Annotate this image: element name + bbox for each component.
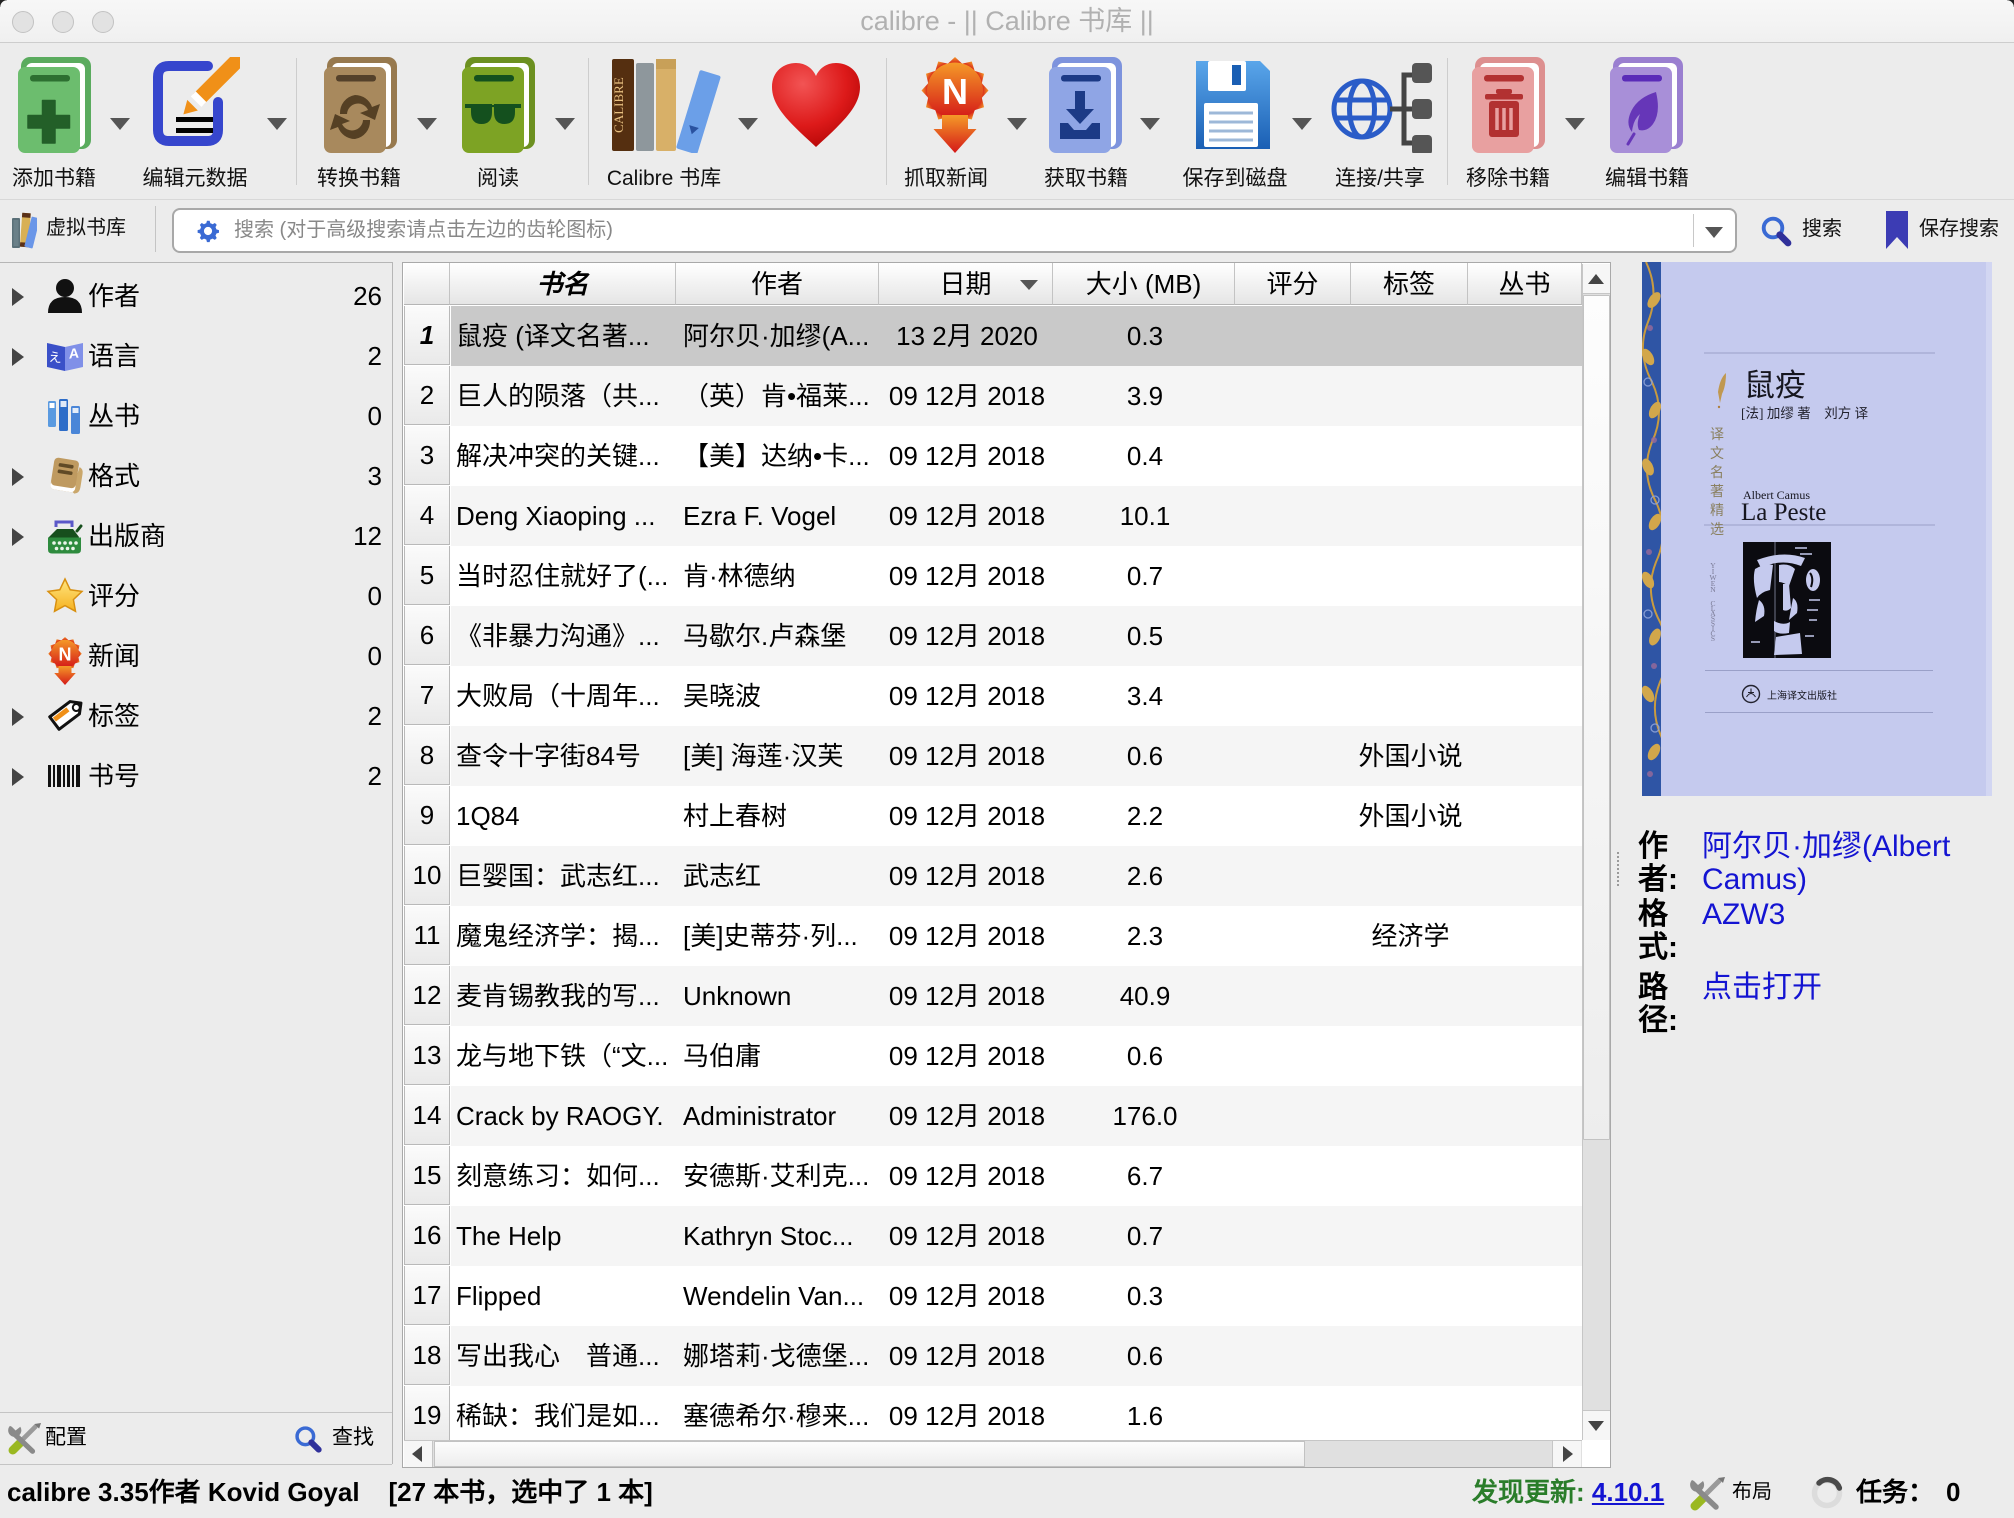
svg-text:选: 选 — [1710, 522, 1724, 538]
svg-text:N: N — [1710, 585, 1716, 594]
svg-text:A: A — [69, 345, 79, 362]
svg-text:N: N — [942, 71, 968, 112]
svg-text:著: 著 — [1710, 484, 1724, 500]
svg-text:上海译文出版社: 上海译文出版社 — [1767, 689, 1837, 702]
svg-text:文: 文 — [1710, 446, 1724, 462]
svg-text:CALIBRE: CALIBRE — [612, 77, 626, 133]
svg-text:La Peste: La Peste — [1741, 499, 1826, 526]
svg-text:鼠疫: 鼠疫 — [1744, 368, 1806, 403]
svg-text:え: え — [49, 349, 62, 365]
svg-text:S: S — [1711, 634, 1715, 643]
svg-text:N: N — [59, 645, 72, 665]
svg-text:精: 精 — [1710, 503, 1724, 519]
svg-text:名: 名 — [1710, 465, 1724, 481]
svg-text:译: 译 — [1710, 427, 1724, 443]
svg-text:[法] 加缪 著 刘方 译: [法] 加缪 著 刘方 译 — [1741, 406, 1869, 421]
